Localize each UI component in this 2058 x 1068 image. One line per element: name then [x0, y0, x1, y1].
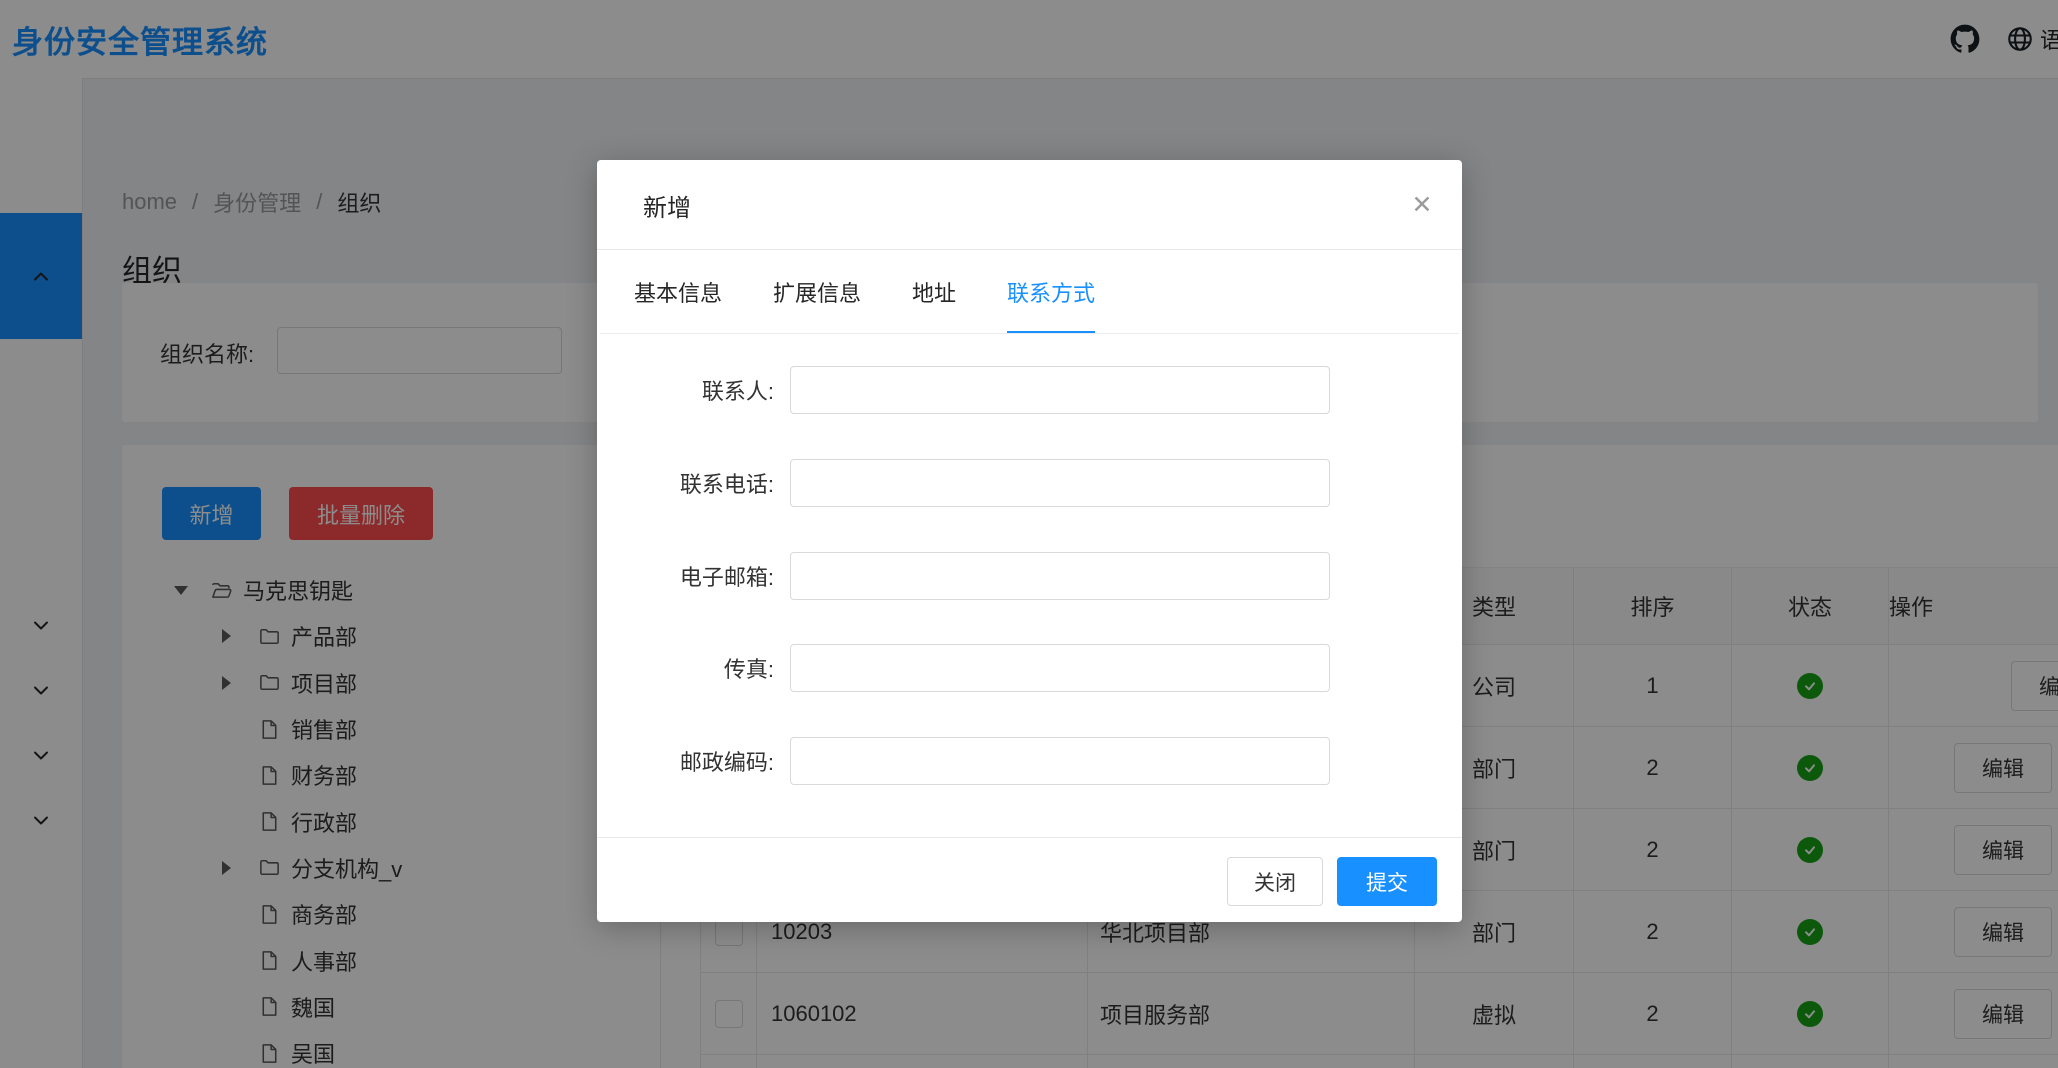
tab-address[interactable]: 地址 [912, 250, 956, 334]
field-label: 电子邮箱: [597, 552, 774, 600]
form-row: 邮政编码: [597, 737, 1462, 785]
modal-submit-button[interactable]: 提交 [1337, 857, 1437, 906]
tab-basic[interactable]: 基本信息 [634, 250, 722, 334]
field-input[interactable] [790, 552, 1330, 600]
field-input[interactable] [790, 459, 1330, 507]
tab-extended[interactable]: 扩展信息 [773, 250, 861, 334]
close-icon[interactable]: ✕ [1397, 160, 1447, 250]
field-label: 传真: [597, 644, 774, 692]
tabs-divider [600, 333, 1459, 334]
modal-tabs: 基本信息扩展信息地址联系方式 [634, 250, 1146, 334]
form-row: 联系电话: [597, 459, 1462, 507]
field-label: 邮政编码: [597, 737, 774, 785]
field-label: 联系人: [597, 366, 774, 414]
field-label: 联系电话: [597, 459, 774, 507]
footer-divider [597, 837, 1462, 838]
modal-close-button[interactable]: 关闭 [1227, 857, 1323, 906]
form-row: 电子邮箱: [597, 552, 1462, 600]
modal-title: 新增 [643, 160, 691, 250]
field-input[interactable] [790, 644, 1330, 692]
form-row: 联系人: [597, 366, 1462, 414]
field-input[interactable] [790, 366, 1330, 414]
form-row: 传真: [597, 644, 1462, 692]
tab-contact[interactable]: 联系方式 [1007, 250, 1095, 334]
add-org-modal: 新增 ✕ 基本信息扩展信息地址联系方式 联系人: 联系电话: 电子邮箱: 传真: 邮政编… [597, 160, 1462, 922]
app-root: 身份安全管理系统 语言 home/身份管理/组织 组织 组织名 [0, 0, 2058, 1068]
modal-header: 新增 ✕ [597, 160, 1462, 250]
field-input[interactable] [790, 737, 1330, 785]
